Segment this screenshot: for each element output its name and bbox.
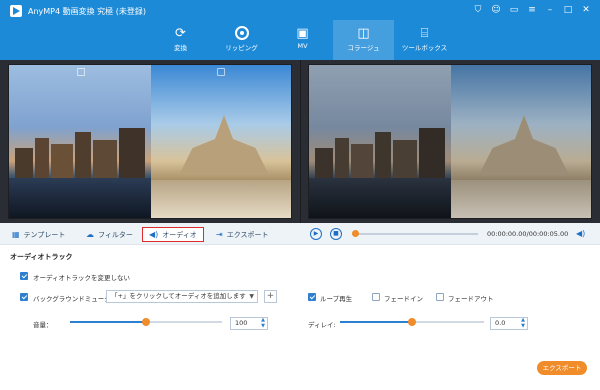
volume-slider-fill <box>70 321 146 323</box>
maximize-icon[interactable]: □ <box>560 3 576 17</box>
tab-ripper[interactable]: リッピング <box>211 20 272 60</box>
volume-stepper[interactable]: 100 ▲ ▼ <box>230 317 268 330</box>
preview-divider <box>300 60 301 223</box>
chat-icon[interactable]: ▭ <box>506 3 522 17</box>
preview-image-abbey <box>451 65 591 218</box>
preview-image-city <box>309 65 451 218</box>
menu-icon[interactable]: ≡ <box>524 3 540 17</box>
playback-time: 00:00:00.00/00:00:05.00 <box>487 230 569 238</box>
keep-audio-label: オーディオトラックを変更しない <box>33 274 131 282</box>
seek-bar[interactable] <box>352 233 478 235</box>
sand-shape <box>451 180 591 218</box>
water-reflection <box>309 178 451 218</box>
building-shape <box>351 144 373 178</box>
convert-icon: ⟳ <box>175 26 186 41</box>
collage-preview-pane <box>308 64 592 219</box>
add-audio-button[interactable]: + <box>264 290 277 303</box>
user-icon[interactable]: ☺ <box>488 3 504 17</box>
tab-filter[interactable]: ☁ フィルター <box>86 227 133 242</box>
app-header: AnyMP4 動画変換 究極 (未登録) ⛉ ☺ ▭ ≡ – □ ✕ ⟳ 変換 … <box>0 0 600 60</box>
template-icon: ▦ <box>12 230 20 239</box>
speaker-icon: ◀) <box>149 230 159 239</box>
volume-label: 音量： <box>33 321 53 329</box>
tab-audio[interactable]: ◀) オーディオ <box>142 227 204 242</box>
abbey-shape <box>179 115 269 175</box>
app-logo-icon <box>10 5 22 17</box>
building-shape <box>35 138 49 178</box>
collage-edit-pane[interactable] <box>8 64 292 219</box>
building-shape <box>375 132 391 178</box>
tab-template[interactable]: ▦ テンプレート <box>12 227 65 242</box>
export-button[interactable]: エクスポート <box>537 361 587 375</box>
building-shape <box>335 138 349 178</box>
building-shape <box>119 128 145 178</box>
tab-export[interactable]: ⇥ エクスポート <box>216 227 269 242</box>
window-controls: ⛉ ☺ ▭ ≡ – □ ✕ <box>470 3 594 17</box>
fade-out-label: フェードアウト <box>448 295 494 303</box>
collage-icon: ◫ <box>357 26 370 41</box>
collage-image-abbey[interactable] <box>151 65 291 218</box>
export-icon: ⇥ <box>216 230 223 239</box>
chevron-down-icon: ▼ <box>249 293 254 300</box>
fade-in-checkbox[interactable] <box>372 293 380 301</box>
volume-icon[interactable]: ◀) <box>576 229 585 238</box>
collage-toolbar: ▦ テンプレート ☁ フィルター ◀) オーディオ ⇥ エクスポート ▶ ■ 0… <box>0 223 600 245</box>
loop-checkbox[interactable] <box>308 293 316 301</box>
fade-out-checkbox[interactable] <box>436 293 444 301</box>
delay-label: ディレイ: <box>308 321 336 329</box>
loop-label: ループ再生 <box>320 295 353 303</box>
delay-slider-handle[interactable] <box>408 318 416 326</box>
tab-convert[interactable]: ⟳ 変換 <box>150 20 211 60</box>
tab-mv[interactable]: ▣ MV <box>272 20 333 60</box>
close-icon[interactable]: ✕ <box>578 3 594 17</box>
building-shape <box>51 144 73 178</box>
building-shape <box>15 148 33 178</box>
minimize-icon[interactable]: – <box>542 3 558 17</box>
section-title: オーディオトラック <box>10 253 73 261</box>
window-title: AnyMP4 動画変換 究極 (未登録) <box>28 7 146 16</box>
delay-slider-fill <box>340 321 412 323</box>
building-shape <box>315 148 333 178</box>
water-reflection <box>9 178 151 218</box>
image-slot-icon[interactable] <box>217 68 225 76</box>
main-nav: ⟳ 変換 リッピング ▣ MV ◫ コラージュ ⌸ ツールボックス <box>150 20 455 60</box>
play-icon[interactable]: ▶ <box>310 228 322 240</box>
fade-in-label: フェードイン <box>384 295 423 303</box>
sand-shape <box>151 180 291 218</box>
cart-icon[interactable]: ⛉ <box>470 3 486 17</box>
building-shape <box>419 128 445 178</box>
tab-collage[interactable]: ◫ コラージュ <box>333 20 394 60</box>
stepper-arrows-icon[interactable]: ▲ ▼ <box>521 317 525 329</box>
bgm-select[interactable]: 「+」をクリックしてオーディオを追加します ▼ <box>106 290 258 303</box>
abbey-shape <box>479 115 569 175</box>
volume-slider-handle[interactable] <box>142 318 150 326</box>
stepper-arrows-icon[interactable]: ▲ ▼ <box>261 317 265 329</box>
tab-toolbox[interactable]: ⌸ ツールボックス <box>394 20 455 60</box>
building-shape <box>75 132 91 178</box>
delay-stepper[interactable]: 0.0 ▲ ▼ <box>490 317 528 330</box>
seek-handle[interactable] <box>352 230 359 237</box>
cloud-icon: ☁ <box>86 230 94 239</box>
bgm-checkbox[interactable] <box>20 293 28 301</box>
collage-image-city[interactable] <box>9 65 151 218</box>
rip-icon <box>211 20 272 42</box>
toolbox-icon: ⌸ <box>420 26 429 41</box>
image-slot-icon[interactable] <box>77 68 85 76</box>
building-shape <box>393 140 417 178</box>
keep-audio-checkbox[interactable] <box>20 272 28 280</box>
mv-icon: ▣ <box>296 26 309 41</box>
building-shape <box>93 140 117 178</box>
preview-area <box>0 60 600 223</box>
stop-icon[interactable]: ■ <box>330 228 342 240</box>
